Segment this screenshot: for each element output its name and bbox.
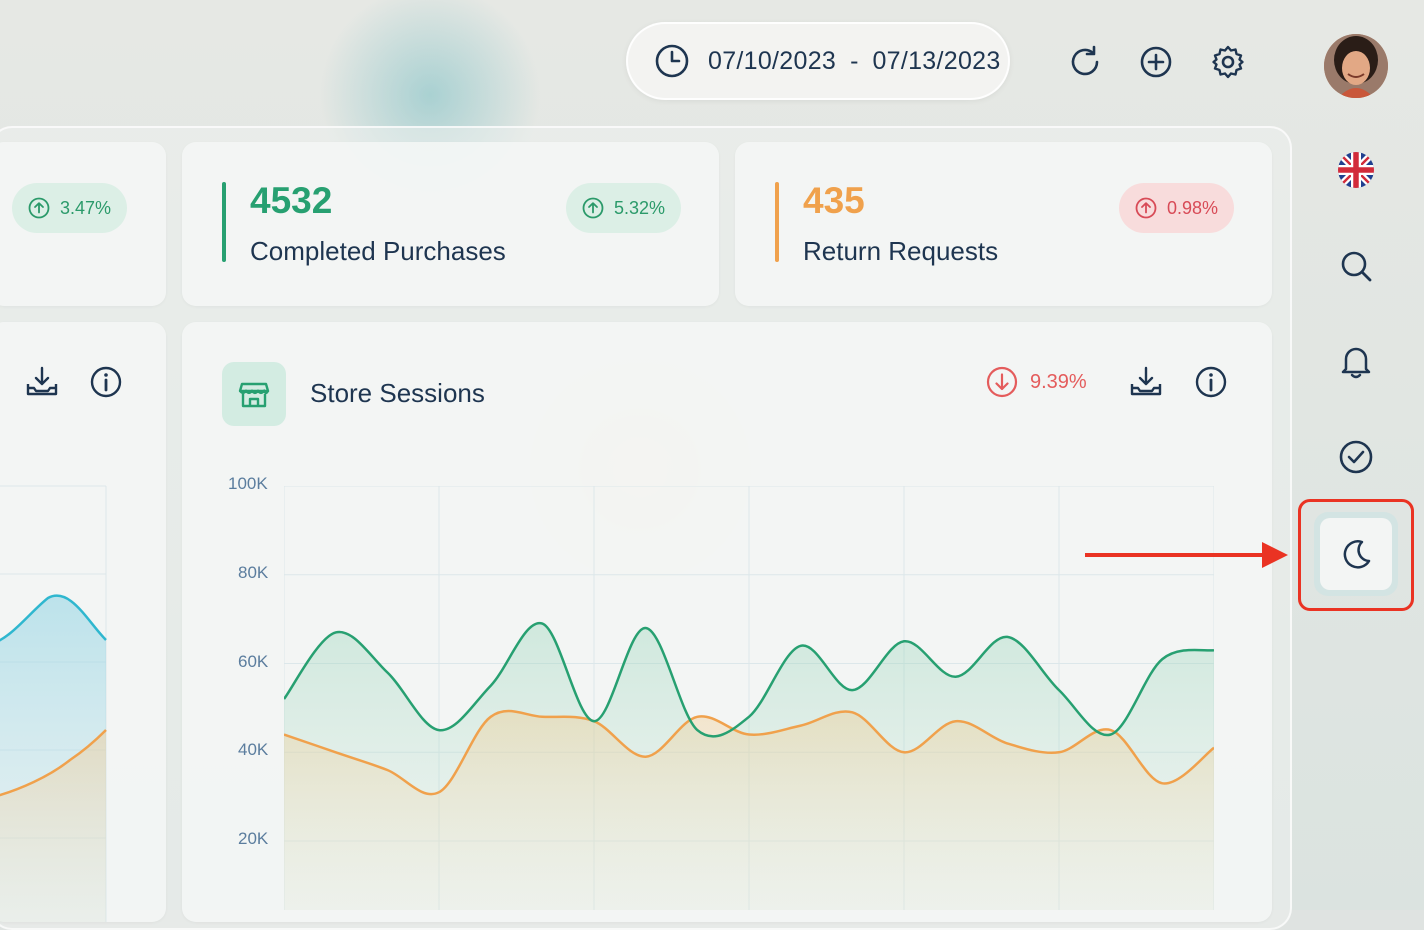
y-tick-label: 20K <box>238 829 269 848</box>
stat-accent-bar <box>775 182 779 262</box>
info-icon[interactable] <box>1193 364 1229 400</box>
pointer-arrow-line <box>1085 553 1265 557</box>
date-separator: - <box>850 46 859 75</box>
stat-badge: 5.32% <box>566 183 682 233</box>
y-tick-label: 40K <box>238 740 269 759</box>
y-tick-label: 100K <box>228 474 268 493</box>
download-icon[interactable] <box>1128 364 1164 400</box>
clock-icon <box>655 44 689 78</box>
stat-label: Completed Purchases <box>250 236 506 266</box>
store-icon <box>238 382 270 408</box>
bell-icon[interactable] <box>1338 343 1374 379</box>
stat-value: 4532 <box>250 180 333 221</box>
sessions-change-badge: 9.39% <box>986 366 1087 398</box>
settings-icon[interactable] <box>1210 44 1246 80</box>
arrow-up-circle-icon <box>28 197 50 219</box>
chart-title: Store Sessions <box>310 378 485 408</box>
uk-flag-icon[interactable] <box>1338 152 1374 188</box>
search-icon[interactable] <box>1338 248 1374 284</box>
stat-accent-bar <box>222 182 226 262</box>
date-end: 07/13/2023 <box>872 46 1001 75</box>
store-icon-box <box>222 362 286 426</box>
stat-badge: 3.47% <box>12 183 128 233</box>
info-icon[interactable] <box>88 364 124 400</box>
stat-label: Return Requests <box>803 236 999 266</box>
add-circle-icon[interactable] <box>1138 44 1174 80</box>
sessions-chart <box>284 486 1214 910</box>
refresh-icon[interactable] <box>1067 44 1103 80</box>
date-start: 07/10/2023 <box>708 46 837 75</box>
y-tick-label: 60K <box>238 652 269 671</box>
stat-value: 435 <box>803 180 865 221</box>
arrow-down-circle-icon <box>986 366 1018 398</box>
arrow-up-circle-icon <box>582 197 604 219</box>
user-photo <box>1324 34 1388 98</box>
check-circle-icon[interactable] <box>1338 439 1374 475</box>
stat-badge: 0.98% <box>1119 183 1235 233</box>
avatar[interactable] <box>1324 34 1388 98</box>
partial-chart <box>0 485 107 922</box>
y-tick-label: 80K <box>238 563 269 582</box>
date-range-picker[interactable]: 07/10/2023 - 07/13/2023 <box>626 22 1010 100</box>
download-icon[interactable] <box>24 364 60 400</box>
arrow-up-circle-icon <box>1135 197 1157 219</box>
highlight-box <box>1298 499 1414 611</box>
pointer-arrow-head <box>1262 542 1288 568</box>
